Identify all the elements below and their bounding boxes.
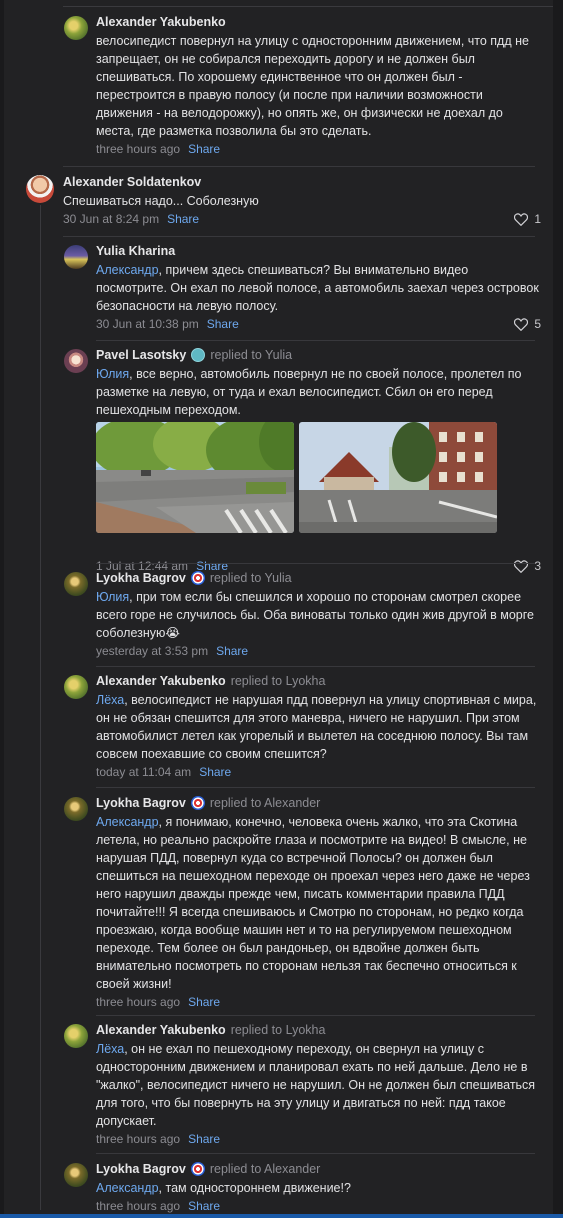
divider: [96, 340, 535, 341]
comment-text: Юлия, все верно, автомобиль повернул не …: [96, 365, 541, 419]
share-link[interactable]: Share: [188, 142, 220, 156]
author-name[interactable]: Alexander Yakubenko: [96, 1023, 226, 1037]
avatar[interactable]: [64, 349, 88, 373]
attached-photo[interactable]: [299, 422, 497, 533]
top-divider: [63, 6, 553, 7]
share-link[interactable]: Share: [188, 1199, 220, 1213]
mention-link[interactable]: Юлия: [96, 367, 129, 381]
divider: [96, 787, 535, 788]
divider: [96, 563, 535, 564]
avatar[interactable]: [64, 572, 88, 596]
comment-text: Лёха, велосипедист не нарушая пдд поверн…: [96, 691, 541, 763]
comment-text-body: , велосипедист не нарушая пдд повернул н…: [96, 693, 537, 761]
comment: Lyokha Bagrov replied to Alexander Алекс…: [96, 795, 541, 1011]
replied-to[interactable]: replied to Lyokha: [231, 674, 326, 688]
share-link[interactable]: Share: [188, 1132, 220, 1146]
replied-to[interactable]: replied to Lyokha: [231, 1023, 326, 1037]
like-button[interactable]: 1: [514, 212, 541, 226]
window-bottom-edge: [0, 1214, 563, 1218]
avatar[interactable]: [64, 1024, 88, 1048]
mention-link[interactable]: Александр: [96, 263, 159, 277]
comment-text-body: , все верно, автомобиль повернул не по с…: [96, 367, 522, 417]
timestamp[interactable]: three hours ago: [96, 995, 180, 1009]
avatar[interactable]: [26, 175, 54, 203]
mention-link[interactable]: Александр: [96, 815, 159, 829]
comment-text: Александр, причем здесь спешиваться? Вы …: [96, 261, 541, 315]
avatar[interactable]: [64, 1163, 88, 1187]
avatar[interactable]: [64, 675, 88, 699]
window-left-edge: [0, 0, 4, 1218]
comment-text-body: , он не ехал по пешеходному переходу, он…: [96, 1042, 536, 1128]
author-name[interactable]: Lyokha Bagrov: [96, 1162, 186, 1176]
share-link[interactable]: Share: [188, 995, 220, 1009]
comment-text: Спешиваться надо... Соболезную: [63, 194, 259, 208]
divider: [63, 236, 535, 237]
divider: [96, 1153, 535, 1154]
thread-line: [40, 205, 41, 1210]
share-link[interactable]: Share: [199, 765, 231, 779]
mention-link[interactable]: Лёха: [96, 693, 124, 707]
mention-link[interactable]: Юлия: [96, 590, 129, 604]
heart-icon: [514, 317, 529, 331]
like-button[interactable]: 5: [514, 317, 541, 331]
comment: Alexander Yakubenko replied to Lyokha Лё…: [96, 673, 541, 781]
divider: [96, 1015, 535, 1016]
author-name[interactable]: Alexander Yakubenko: [96, 674, 226, 688]
divider: [96, 666, 535, 667]
comment: Lyokha Bagrov replied to Alexander Алекс…: [96, 1161, 541, 1215]
author-name[interactable]: Lyokha Bagrov: [96, 796, 186, 810]
timestamp[interactable]: three hours ago: [96, 1199, 180, 1213]
share-link[interactable]: Share: [167, 212, 199, 226]
comment: Alexander Soldatenkov Спешиваться надо..…: [63, 174, 541, 228]
comment-text: Юлия, при том если бы спешился и хорошо …: [96, 588, 541, 642]
comment: Lyokha Bagrov replied to Yulia Юлия, при…: [96, 570, 541, 660]
replied-to[interactable]: replied to Alexander: [210, 1162, 321, 1176]
like-count: 1: [534, 212, 541, 226]
timestamp[interactable]: yesterday at 3:53 pm: [96, 644, 208, 658]
author-name[interactable]: Lyokha Bagrov: [96, 571, 186, 585]
window-right-edge: [553, 0, 563, 1218]
timestamp[interactable]: 30 Jun at 8:24 pm: [63, 212, 159, 226]
timestamp[interactable]: today at 11:04 am: [96, 765, 191, 779]
author-name[interactable]: Alexander Yakubenko: [96, 15, 226, 29]
timestamp[interactable]: three hours ago: [96, 142, 180, 156]
share-link[interactable]: Share: [216, 644, 248, 658]
comment: Alexander Yakubenko велосипедист поверну…: [96, 14, 541, 158]
avatar[interactable]: [64, 16, 88, 40]
shield-badge-icon: [190, 571, 205, 585]
author-name[interactable]: Yulia Kharina: [96, 244, 175, 258]
divider: [63, 166, 535, 167]
comment-text-body: , при том если бы спешился и хорошо по с…: [96, 590, 534, 640]
replied-to[interactable]: replied to Yulia: [210, 348, 292, 362]
replied-to[interactable]: replied to Alexander: [210, 796, 321, 810]
timestamp[interactable]: three hours ago: [96, 1132, 180, 1146]
shield-badge-icon: [190, 1162, 205, 1176]
comment-text: Александр, там одностороннем движение!?: [96, 1179, 541, 1197]
avatar[interactable]: [64, 245, 88, 269]
attached-photo[interactable]: [96, 422, 294, 533]
comment: Alexander Yakubenko replied to Lyokha Лё…: [96, 1022, 541, 1148]
comment-text-body: , там одностороннем движение!?: [158, 1181, 351, 1195]
avatar[interactable]: [64, 797, 88, 821]
comment: Yulia Kharina Александр, причем здесь сп…: [96, 243, 541, 333]
timestamp[interactable]: 30 Jun at 10:38 pm: [96, 317, 199, 331]
mention-link[interactable]: Лёха: [96, 1042, 124, 1056]
comment-text: Лёха, он не ехал по пешеходному переходу…: [96, 1040, 541, 1130]
author-name[interactable]: Alexander Soldatenkov: [63, 175, 201, 189]
comment-text: велосипедист повернул на улицу с односто…: [96, 34, 529, 138]
comment-text-body: , я понимаю, конечно, человека очень жал…: [96, 815, 530, 991]
bot-badge-icon: [191, 348, 206, 362]
comment-text: Александр, я понимаю, конечно, человека …: [96, 813, 541, 993]
replied-to[interactable]: replied to Yulia: [210, 571, 292, 585]
heart-icon: [514, 212, 529, 226]
share-link[interactable]: Share: [207, 317, 239, 331]
like-count: 5: [534, 317, 541, 331]
comment-text-body: , причем здесь спешиваться? Вы вниматель…: [96, 263, 539, 313]
shield-badge-icon: [190, 796, 205, 810]
author-name[interactable]: Pavel Lasotsky: [96, 348, 186, 362]
mention-link[interactable]: Александр: [96, 1181, 159, 1195]
